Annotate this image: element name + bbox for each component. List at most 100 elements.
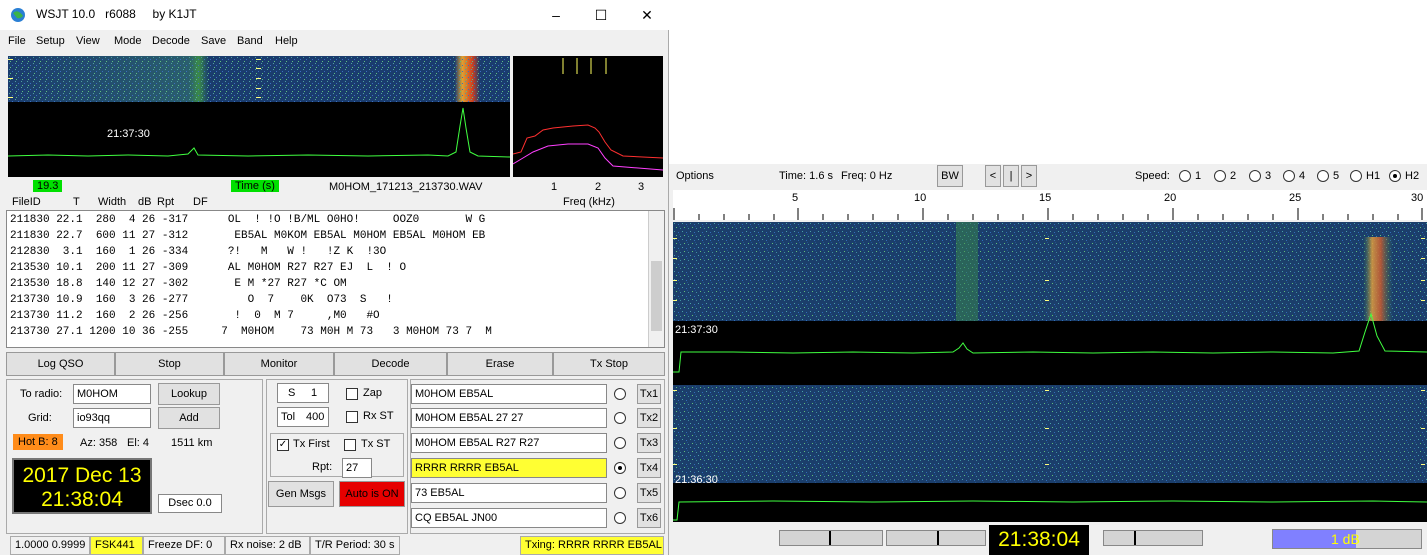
menu-help[interactable]: Help	[275, 35, 298, 47]
menu-file[interactable]: File	[8, 35, 26, 47]
tx2-radio[interactable]	[614, 412, 626, 424]
title-bar: WSJT 10.0 r6088 by K1JT – ☐ ✕	[0, 0, 669, 30]
speed-radio-3[interactable]	[1249, 170, 1261, 182]
gen-msgs-button[interactable]: Gen Msgs	[268, 481, 334, 507]
rpt-input[interactable]: 27	[342, 458, 372, 478]
speed-radio-5[interactable]	[1317, 170, 1329, 182]
tx3-message[interactable]: M0HOM EB5AL R27 R27	[411, 433, 607, 453]
contrast-slider[interactable]	[886, 530, 986, 546]
tx6-message[interactable]: CQ EB5AL JN00	[411, 508, 607, 528]
s-spinbox[interactable]: S 1	[277, 383, 329, 403]
ruler-tick-30: 30	[1411, 192, 1424, 204]
tx5-radio[interactable]	[614, 487, 626, 499]
to-radio-input[interactable]: M0HOM	[73, 384, 151, 404]
tx6-radio[interactable]	[614, 512, 626, 524]
options-menu[interactable]: Options	[676, 170, 714, 182]
average-spectrum	[512, 56, 664, 177]
rx-st-checkbox[interactable]	[346, 411, 358, 423]
monitor-button[interactable]: Monitor	[224, 352, 334, 376]
tx6-button[interactable]: Tx6	[637, 508, 661, 528]
menu-view[interactable]: View	[76, 35, 100, 47]
brightness-slider[interactable]	[779, 530, 883, 546]
tx-stop-button[interactable]: Tx Stop	[553, 352, 665, 376]
decode-button[interactable]: Decode	[334, 352, 447, 376]
status-mode: FSK441	[90, 536, 143, 555]
tx4-radio[interactable]	[614, 462, 626, 474]
waterfall-display[interactable]: 21:37:30 21:36:30	[673, 222, 1427, 522]
tx3-radio[interactable]	[614, 437, 626, 449]
stop-button[interactable]: Stop	[115, 352, 224, 376]
speed-radio-1[interactable]	[1179, 170, 1191, 182]
tx-st-checkbox[interactable]	[344, 439, 356, 451]
tx2-message[interactable]: M0HOM EB5AL 27 27	[411, 408, 607, 428]
waterfall-clock: 21:38:04	[989, 525, 1089, 555]
menu-decode[interactable]: Decode	[152, 35, 190, 47]
waterfall-plot	[673, 222, 1427, 521]
main-window: WSJT 10.0 r6088 by K1JT – ☐ ✕ File Setup…	[0, 0, 669, 555]
spectrum-display[interactable]: 21:37:30	[7, 56, 511, 177]
status-rx-noise: Rx noise: 2 dB	[225, 536, 310, 555]
ruler-tick-25: 25	[1289, 192, 1302, 204]
waterfall-time-1: 21:37:30	[675, 324, 718, 336]
zap-checkbox[interactable]	[346, 388, 358, 400]
close-button[interactable]: ✕	[627, 4, 667, 26]
bw-button[interactable]: BW	[937, 165, 963, 187]
tx4-message[interactable]: RRRR RRRR EB5AL	[411, 458, 607, 478]
nav-left-button[interactable]: <	[985, 165, 1001, 187]
ruler-tick-10: 10	[914, 192, 927, 204]
nav-center-button[interactable]: |	[1003, 165, 1019, 187]
decode-row: 213530 18.8 140 12 27 -302 E M *27 R27 *…	[10, 278, 347, 290]
speed-radio-h2[interactable]	[1389, 170, 1401, 182]
tx1-message[interactable]: M0HOM EB5AL	[411, 384, 607, 404]
globe-icon	[11, 8, 25, 22]
menu-band[interactable]: Band	[237, 35, 263, 47]
tx1-radio[interactable]	[614, 388, 626, 400]
add-button[interactable]: Add	[158, 407, 220, 429]
tx4-button[interactable]: Tx4	[637, 458, 661, 478]
scrollbar-thumb[interactable]	[651, 261, 662, 331]
tx5-message[interactable]: 73 EB5AL	[411, 483, 607, 503]
elevation: El: 4	[127, 437, 150, 449]
status-ratio: 1.0000 0.9999	[10, 536, 90, 555]
tol-spinbox[interactable]: Tol 400	[277, 407, 329, 427]
ruler-tick-15: 15	[1039, 192, 1052, 204]
erase-button[interactable]: Erase	[447, 352, 553, 376]
speed-label-h1: H1	[1366, 170, 1381, 182]
tx3-button[interactable]: Tx3	[637, 433, 661, 453]
time-button[interactable]: Time (s)	[231, 180, 279, 192]
maximize-button[interactable]: ☐	[581, 4, 621, 26]
minimize-button[interactable]: –	[536, 4, 576, 26]
grid-input[interactable]: io93qq	[73, 408, 151, 428]
log-qso-button[interactable]: Log QSO	[6, 352, 115, 376]
freq-tick-2: 2	[595, 181, 602, 193]
tx5-button[interactable]: Tx5	[637, 483, 661, 503]
tx-first-checkbox[interactable]: ✓	[277, 439, 289, 451]
menu-mode[interactable]: Mode	[114, 35, 142, 47]
s-value: 1	[311, 387, 318, 399]
tx2-button[interactable]: Tx2	[637, 408, 661, 428]
waterfall-window: Options Time: 1.6 s Freq: 0 Hz BW < | > …	[669, 164, 1427, 555]
gain-slider[interactable]	[1103, 530, 1203, 546]
lookup-button[interactable]: Lookup	[158, 383, 220, 405]
freq-tick-1: 1	[551, 181, 558, 193]
speed-radio-h1[interactable]	[1350, 170, 1362, 182]
speed-label-1: 1	[1195, 170, 1202, 182]
speed-label: Speed:	[1135, 170, 1170, 182]
col-fileid: FileID	[12, 196, 41, 208]
level-value: 1 dB	[1331, 531, 1360, 547]
menu-setup[interactable]: Setup	[36, 35, 65, 47]
col-db: dB	[138, 196, 152, 208]
df-value: 19.3	[33, 180, 63, 192]
menu-save[interactable]: Save	[201, 35, 226, 47]
wav-filename: M0HOM_171213_213730.WAV	[329, 181, 483, 193]
speed-label-4: 4	[1299, 170, 1306, 182]
decoded-text-area[interactable]: 211830 22.1 280 4 26 -317 OL ! !O !B/ML …	[6, 210, 665, 348]
clock-time: 21:38:04	[41, 488, 123, 511]
azimuth: Az: 358	[80, 437, 118, 449]
speed-radio-4[interactable]	[1283, 170, 1295, 182]
nav-right-button[interactable]: >	[1021, 165, 1037, 187]
tx1-button[interactable]: Tx1	[637, 384, 661, 404]
speed-radio-2[interactable]	[1214, 170, 1226, 182]
decode-scrollbar[interactable]	[648, 211, 664, 347]
auto-on-button[interactable]: Auto is ON	[339, 481, 405, 507]
